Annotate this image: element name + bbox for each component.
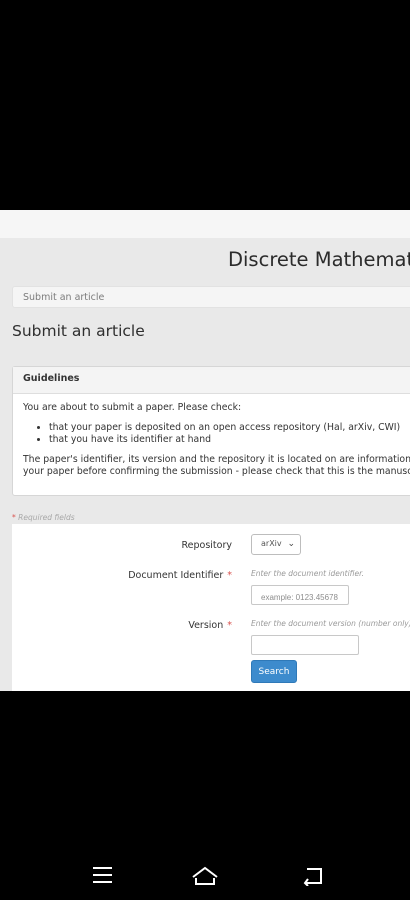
required-star: * — [227, 570, 232, 581]
guidelines-item: that your paper is deposited on an open … — [49, 422, 410, 435]
document-identifier-input[interactable] — [251, 585, 349, 605]
breadcrumb-item[interactable]: Submit an article — [23, 292, 104, 303]
browser-top-bar — [0, 210, 410, 238]
repository-select-value: arXiv — [261, 539, 282, 548]
required-fields-note: * Required fields — [12, 513, 75, 522]
guidelines-list: that your paper is deposited on an open … — [23, 422, 410, 447]
guidelines-note-line: your paper before confirming the submiss… — [23, 466, 410, 477]
version-help: Enter the document version (number only)… — [251, 619, 410, 628]
breadcrumb: Submit an article — [12, 286, 410, 308]
document-identifier-label: Document Identifier * — [112, 570, 232, 581]
home-icon[interactable] — [191, 866, 219, 886]
guidelines-item: that you have its identifier at hand — [49, 434, 410, 447]
required-star: * — [12, 513, 16, 522]
android-navigation-bar — [0, 850, 410, 900]
page-title: Submit an article — [12, 322, 145, 340]
browser-viewport: Discrete Mathematics Submit an article S… — [0, 210, 410, 691]
version-label: Version * — [152, 620, 232, 631]
document-identifier-help: Enter the document identifier. — [251, 569, 364, 578]
submission-form: Repository arXiv ⌄ Document Identifier * … — [12, 524, 410, 691]
version-input[interactable] — [251, 635, 359, 655]
search-button[interactable]: Search — [251, 660, 297, 683]
guidelines-body: You are about to submit a paper. Please … — [13, 394, 410, 479]
document-identifier-label-text: Document Identifier — [128, 570, 224, 581]
back-icon[interactable] — [301, 866, 325, 886]
version-label-text: Version — [188, 620, 224, 631]
repository-label: Repository — [152, 540, 232, 551]
chevron-down-icon: ⌄ — [287, 539, 295, 549]
guidelines-heading: Guidelines — [13, 367, 410, 394]
required-fields-label: Required fields — [18, 513, 75, 522]
repository-label-text: Repository — [181, 540, 232, 551]
guidelines-note-line: The paper's identifier, its version and … — [23, 453, 410, 465]
repository-select[interactable]: arXiv ⌄ — [251, 534, 301, 555]
guidelines-intro: You are about to submit a paper. Please … — [23, 402, 242, 413]
journal-title: Discrete Mathematics — [228, 248, 410, 271]
required-star: * — [227, 620, 232, 631]
menu-icon[interactable] — [92, 866, 114, 884]
guidelines-panel: Guidelines You are about to submit a pap… — [12, 366, 410, 496]
